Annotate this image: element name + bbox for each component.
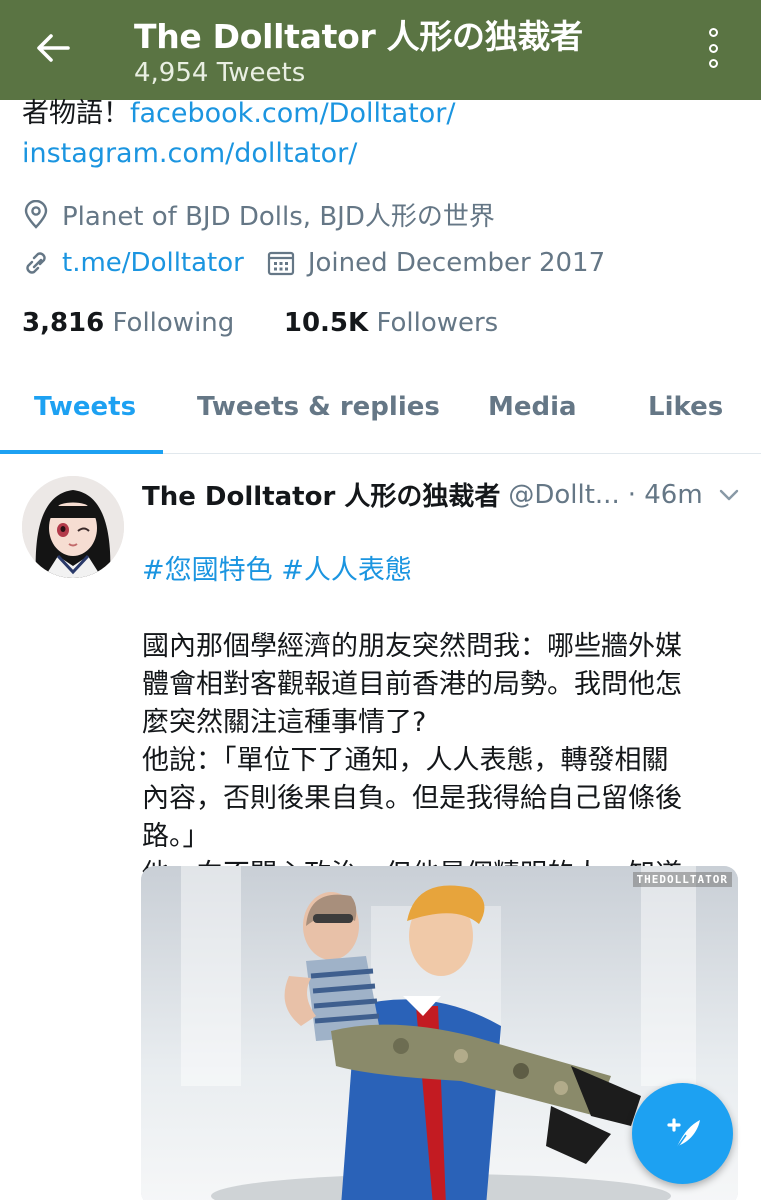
profile-location: Planet of BJD Dolls, BJD人形の世界 — [22, 196, 495, 233]
profile-link-joined: t.me/Dolltator Joined December 2017 — [22, 248, 605, 278]
hashtag-link[interactable]: #人人表態 — [281, 555, 412, 586]
profile-header-bar: The Dolltator 人形の独裁者 4,954 Tweets — [0, 0, 761, 100]
compose-tweet-button[interactable] — [632, 1083, 733, 1184]
more-vertical-icon — [708, 28, 718, 37]
tab-likes[interactable]: Likes — [648, 392, 723, 422]
followers-count: 10.5K — [283, 308, 369, 338]
profile-name-title: The Dolltator 人形の独裁者 — [134, 17, 583, 56]
tweet-author-handle: @Dollt... — [508, 479, 620, 510]
bio-link-instagram[interactable]: instagram.com/dolltator/ — [22, 138, 357, 169]
more-options-button[interactable] — [696, 24, 730, 72]
tab-tweets[interactable]: Tweets — [34, 392, 136, 422]
bio-link-facebook[interactable]: facebook.com/Dolltator/ — [130, 98, 455, 129]
profile-bio: 者物語！facebook.com/Dolltator/ instagram.co… — [22, 94, 722, 174]
tweet-timestamp: · 46m — [627, 479, 703, 510]
tweet-count: 4,954 Tweets — [134, 58, 306, 88]
back-button[interactable] — [30, 28, 76, 68]
tab-tweets-replies[interactable]: Tweets & replies — [197, 392, 440, 422]
link-icon — [26, 252, 46, 274]
profile-website-link[interactable]: t.me/Dolltator — [62, 248, 244, 278]
bio-text: 者物語！ — [22, 98, 130, 129]
location-pin-icon — [24, 199, 48, 229]
followers-link[interactable]: 10.5K Followers — [284, 308, 498, 338]
following-link[interactable]: 3,816 Following — [22, 308, 234, 338]
chevron-down-icon[interactable] — [718, 484, 740, 506]
following-count: 3,816 — [22, 308, 105, 338]
profile-tabs: Tweets Tweets & replies Media Likes — [0, 378, 761, 454]
tweet-author-name[interactable]: The Dolltator 人形の独裁者 — [142, 476, 500, 513]
active-tab-indicator — [0, 450, 163, 454]
hashtag-link[interactable]: #您國特色 — [142, 555, 273, 586]
tweet-header: The Dolltator 人形の独裁者 @Dollt... · 46m — [142, 476, 742, 513]
tab-media[interactable]: Media — [488, 392, 577, 422]
joined-date: Joined December 2017 — [307, 248, 606, 278]
followers-label: Followers — [376, 308, 499, 338]
compose-feather-icon — [666, 1117, 700, 1149]
location-text: Planet of BJD Dolls, BJD人形の世界 — [62, 202, 495, 232]
following-label: Following — [112, 308, 235, 338]
arrow-left-icon — [37, 34, 70, 62]
follow-stats: 3,816 Following 10.5K Followers — [22, 308, 498, 338]
calendar-icon — [267, 251, 294, 276]
tweet-author-avatar[interactable] — [22, 476, 124, 578]
media-watermark: THEDOLLTATOR — [632, 872, 732, 887]
doll-avatar-image — [22, 476, 124, 578]
